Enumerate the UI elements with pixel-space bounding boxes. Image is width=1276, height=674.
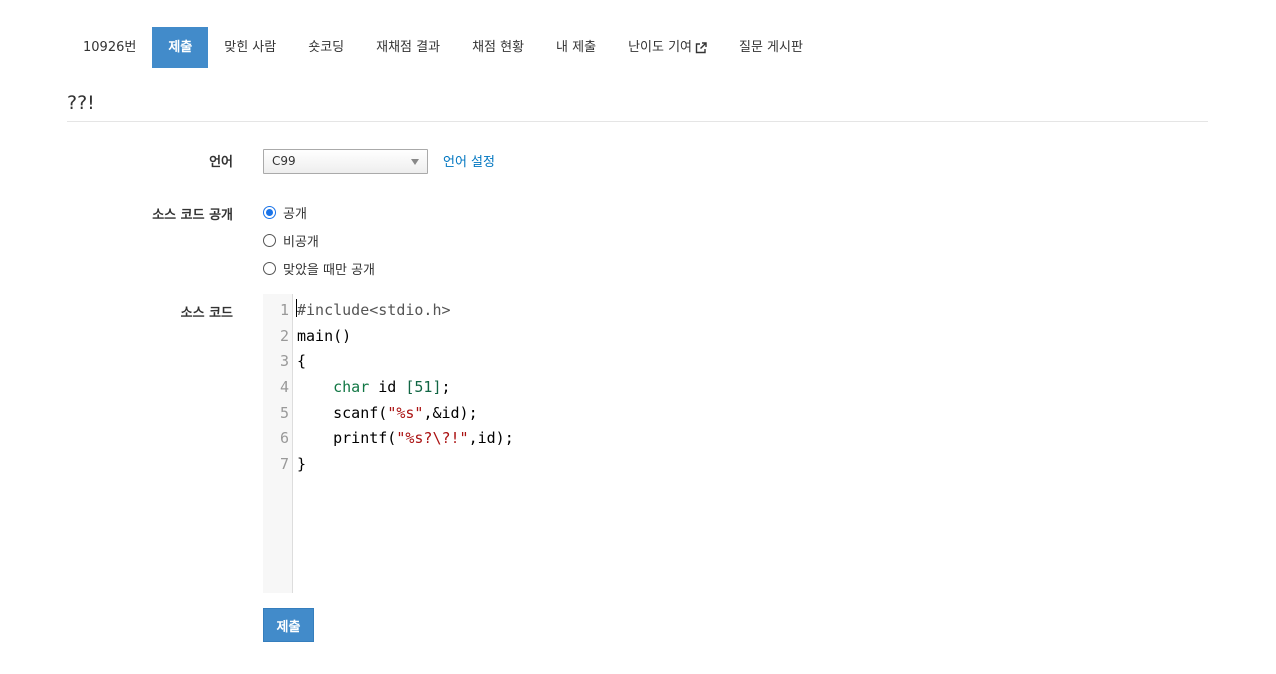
visibility-option-label: 비공개 — [283, 234, 319, 250]
line-number: 3 — [279, 352, 289, 371]
tab-my-submissions[interactable]: 내 제출 — [540, 27, 612, 68]
visibility-option-private[interactable]: 비공개 — [263, 232, 319, 250]
submit-button[interactable]: 제출 — [263, 608, 314, 642]
radio-accepted-only[interactable] — [263, 261, 276, 275]
tab-difficulty-label: 난이도 기여 — [628, 40, 692, 55]
code-editor[interactable]: 1 #include<stdio.h> 2 main() 3 { 4 char … — [263, 294, 1208, 593]
line-number: 7 — [279, 455, 289, 474]
visibility-option-label: 맞았을 때만 공개 — [283, 262, 375, 278]
code-text: scanf("%s",&id); — [297, 403, 478, 422]
tab-problem[interactable]: 10926번 — [67, 27, 152, 68]
code-line: 4 char id [51]; — [263, 375, 1208, 401]
code-text: char id [51]; — [333, 378, 451, 397]
tab-judge-status[interactable]: 채점 현황 — [456, 27, 540, 68]
language-label: 언어 — [209, 155, 233, 170]
tab-submit[interactable]: 제출 — [152, 27, 209, 68]
line-number: 4 — [279, 378, 289, 397]
code-text: { — [297, 352, 307, 371]
tab-rejudge-results[interactable]: 재채점 결과 — [360, 27, 456, 68]
line-number: 1 — [279, 301, 289, 319]
title-divider — [67, 121, 1208, 122]
radio-public[interactable] — [263, 205, 276, 219]
language-settings-link[interactable]: 언어 설정 — [443, 151, 495, 170]
problem-tabs: 10926번 제출 맞힌 사람 숏코딩 재채점 결과 채점 현황 내 제출 난이… — [67, 27, 819, 68]
visibility-option-accepted-only[interactable]: 맞았을 때만 공개 — [263, 260, 375, 278]
code-line: 7 } — [263, 452, 1208, 478]
code-line: 1 #include<stdio.h> — [263, 298, 1208, 324]
code-text: printf("%s?\?!",id); — [297, 429, 514, 448]
code-line: 2 main() — [263, 324, 1208, 350]
visibility-option-public[interactable]: 공개 — [263, 204, 307, 222]
tab-short-coding[interactable]: 숏코딩 — [292, 27, 360, 68]
tab-difficulty-contribution[interactable]: 난이도 기여 — [612, 27, 723, 68]
code-line: 6 printf("%s?\?!",id); — [263, 426, 1208, 452]
external-link-icon — [695, 41, 707, 53]
code-text: #include<stdio.h> — [297, 301, 451, 319]
visibility-option-label: 공개 — [283, 206, 307, 222]
page-title: ??! — [67, 92, 95, 114]
language-select[interactable]: C99 — [263, 149, 428, 174]
code-text: main() — [297, 326, 352, 345]
code-line: 3 { — [263, 349, 1208, 375]
line-number: 5 — [279, 403, 289, 422]
source-code-label: 소스 코드 — [180, 306, 233, 321]
line-number: 6 — [279, 429, 289, 448]
language-selected-value: C99 — [272, 154, 296, 168]
code-lines: 1 #include<stdio.h> 2 main() 3 { 4 char … — [263, 298, 1208, 478]
tab-accepted-users[interactable]: 맞힌 사람 — [208, 27, 292, 68]
code-line: 5 scanf("%s",&id); — [263, 401, 1208, 427]
tab-question-board[interactable]: 질문 게시판 — [723, 27, 819, 68]
radio-private[interactable] — [263, 233, 276, 247]
source-visibility-label: 소스 코드 공개 — [152, 208, 233, 223]
code-text: } — [297, 455, 307, 474]
chevron-down-icon — [411, 159, 419, 165]
line-number: 2 — [279, 326, 289, 345]
